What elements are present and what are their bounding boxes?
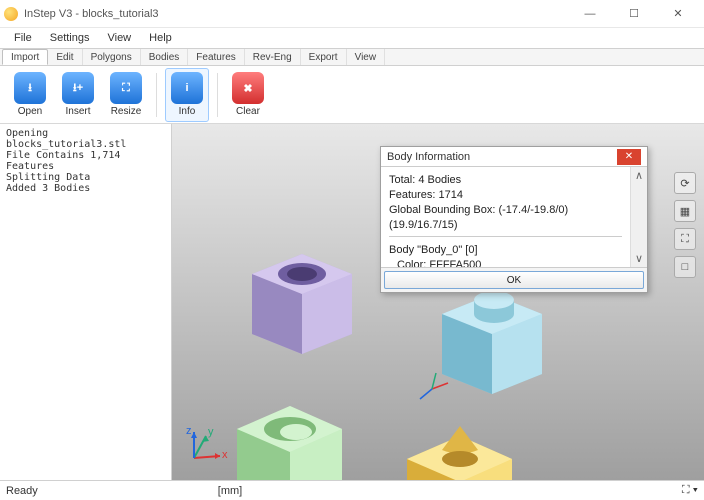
- tab-polygons[interactable]: Polygons: [83, 49, 141, 65]
- close-button[interactable]: ✕: [656, 0, 700, 28]
- block-yellow: [382, 404, 532, 480]
- tab-export[interactable]: Export: [301, 49, 347, 65]
- clear-icon: ✖: [232, 72, 264, 104]
- dialog-content: Total: 4 Bodies Features: 1714 Global Bo…: [381, 167, 630, 267]
- status-units: [mm]: [218, 485, 242, 497]
- tab-import[interactable]: Import: [2, 49, 48, 65]
- insert-icon: ⭳+: [62, 72, 94, 104]
- svg-text:y: y: [208, 426, 214, 438]
- app-icon: [4, 7, 18, 21]
- clear-button[interactable]: ✖ Clear: [226, 68, 270, 122]
- open-button[interactable]: ⭳ Open: [8, 68, 52, 122]
- toolbar-separator: [156, 73, 157, 117]
- dialog-scrollbar[interactable]: ∧ ∨: [630, 167, 647, 267]
- menu-help[interactable]: Help: [141, 30, 180, 46]
- titlebar: InStep V3 - blocks_tutorial3 — ☐ ✕: [0, 0, 704, 28]
- download-icon: ⭳: [14, 72, 46, 104]
- viewport-fit-button[interactable]: ⛶: [674, 228, 696, 250]
- viewport-grid-button[interactable]: ▦: [674, 200, 696, 222]
- scroll-up-icon[interactable]: ∧: [635, 169, 643, 182]
- toolbar: ⭳ Open ⭳+ Insert ⛶ Resize i Info ✖ Clear: [0, 66, 704, 124]
- maximize-button[interactable]: ☐: [612, 0, 656, 28]
- scroll-down-icon[interactable]: ∨: [635, 252, 643, 265]
- toolbar-separator: [217, 73, 218, 117]
- info-total: Total: 4 Bodies: [389, 173, 622, 188]
- viewport-rotate-button[interactable]: ⟳: [674, 172, 696, 194]
- status-text: Ready: [6, 485, 38, 497]
- tab-view[interactable]: View: [347, 49, 386, 65]
- origin-gizmo: [412, 369, 452, 409]
- insert-button[interactable]: ⭳+ Insert: [56, 68, 100, 122]
- info-button[interactable]: i Info: [165, 68, 209, 122]
- resize-icon: ⛶: [110, 72, 142, 104]
- info-body-color: Color: FFFFA500: [389, 258, 622, 267]
- info-icon: i: [171, 72, 203, 104]
- dialog-close-button[interactable]: ✕: [617, 149, 641, 165]
- menubar: File Settings View Help: [0, 28, 704, 48]
- status-right[interactable]: ⛶ ▾: [682, 484, 698, 497]
- svg-text:z: z: [186, 425, 192, 437]
- log-panel: Opening blocks_tutorial3.stl File Contai…: [0, 124, 172, 480]
- dialog-titlebar[interactable]: Body Information ✕: [381, 147, 647, 167]
- viewport-tools: ⟳ ▦ ⛶ □: [674, 172, 696, 278]
- body-information-dialog: Body Information ✕ Total: 4 Bodies Featu…: [380, 146, 648, 293]
- viewport-wireframe-button[interactable]: □: [674, 256, 696, 278]
- info-features: Features: 1714: [389, 188, 622, 203]
- info-bbox: Global Bounding Box: (-17.4/-19.8/0) (19…: [389, 203, 622, 233]
- menu-file[interactable]: File: [6, 30, 40, 46]
- resize-button[interactable]: ⛶ Resize: [104, 68, 148, 122]
- axis-triad: x y z: [182, 422, 230, 470]
- statusbar: Ready [mm] ⛶ ▾: [0, 480, 704, 500]
- info-body-head: Body "Body_0" [0]: [389, 243, 622, 258]
- tabbar: Import Edit Polygons Bodies Features Rev…: [0, 48, 704, 66]
- dialog-title: Body Information: [387, 151, 470, 163]
- menu-view[interactable]: View: [99, 30, 139, 46]
- window-title: InStep V3 - blocks_tutorial3: [24, 8, 568, 20]
- svg-text:x: x: [222, 449, 228, 461]
- tab-reveng[interactable]: Rev-Eng: [245, 49, 301, 65]
- tab-features[interactable]: Features: [188, 49, 244, 65]
- block-green: [212, 374, 362, 480]
- tab-edit[interactable]: Edit: [48, 49, 82, 65]
- minimize-button[interactable]: —: [568, 0, 612, 28]
- menu-settings[interactable]: Settings: [42, 30, 98, 46]
- ok-button[interactable]: OK: [384, 271, 644, 289]
- block-purple: [232, 224, 372, 364]
- tab-bodies[interactable]: Bodies: [141, 49, 189, 65]
